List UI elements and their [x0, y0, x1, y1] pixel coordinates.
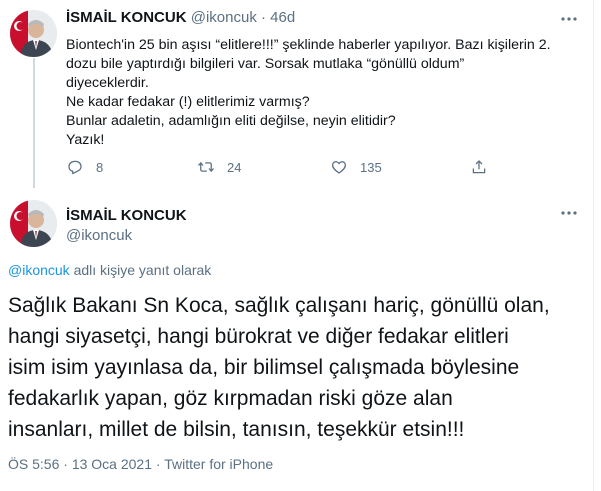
avatar-image	[10, 10, 57, 57]
author-name[interactable]: İSMAİL KONCUK	[66, 207, 187, 224]
separator: ·	[155, 456, 161, 472]
tweet-age[interactable]: 46d	[270, 9, 295, 26]
tweet-text-line: Biontech'in 25 bin aşısı “elitlere!!!” ş…	[66, 37, 551, 53]
reply-count: 8	[96, 159, 104, 175]
tweet-text-line: fedakarlık yapan, göz kırpmadan riski gö…	[8, 387, 453, 410]
thread-connector-line	[33, 58, 35, 188]
main-tweet: İSMAİL KONCUK @ikoncuk @ikoncuk adlı kiş…	[0, 192, 594, 491]
tweet-text-line: insanları, millet de bilsin, tanısın, te…	[8, 418, 465, 441]
tweet-thread: İSMAİL KONCUK @ikoncuk · 46d Biontech'in…	[0, 0, 594, 491]
retweet-icon	[198, 161, 214, 173]
share-icon	[472, 160, 486, 174]
parent-tweet[interactable]: İSMAİL KONCUK @ikoncuk · 46d Biontech'in…	[0, 0, 594, 192]
tweet-text-line: Ne kadar fedakar (!) elitlerimiz varmış?	[66, 94, 310, 110]
like-count: 135	[360, 159, 382, 175]
like-icon	[331, 161, 347, 174]
author-handle[interactable]: @ikoncuk	[66, 227, 132, 244]
tweet-date[interactable]: 13 Oca 2021	[72, 456, 152, 472]
main-tweet-text: Sağlık Bakanı Sn Koca, sağlık çalışanı h…	[8, 290, 588, 445]
avatar[interactable]	[10, 10, 57, 57]
tweet-time[interactable]: ÖS 5:56	[8, 456, 59, 472]
tweet-text-line: isim isim yayınlasa da, bir bilimsel çal…	[8, 356, 520, 379]
parent-tweet-text: Biontech'in 25 bin aşısı “elitlere!!!” ş…	[66, 36, 566, 150]
author-handle[interactable]: @ikoncuk	[191, 9, 257, 26]
more-icon[interactable]	[560, 10, 578, 33]
tweet-source[interactable]: Twitter for iPhone	[164, 456, 273, 472]
tweet-meta: ÖS 5:56 · 13 Oca 2021 · Twitter for iPho…	[8, 456, 273, 472]
more-icon[interactable]	[560, 204, 578, 227]
tweet-text-line: hangi siyasetçi, hangi bürokrat ve diğer…	[8, 325, 509, 348]
avatar[interactable]	[10, 200, 57, 247]
tweet-actions: 8 24 135	[66, 158, 566, 180]
tweet-text-line: Sağlık Bakanı Sn Koca, sağlık çalışanı h…	[8, 294, 550, 317]
share-button[interactable]	[470, 158, 488, 176]
like-button[interactable]: 135	[330, 158, 382, 176]
reply-icon	[68, 160, 82, 175]
tweet-text-line: diyeceklerdir.	[66, 75, 149, 91]
reply-to-mention-link[interactable]: @ikoncuk	[8, 262, 70, 278]
separator: ·	[261, 9, 266, 26]
replying-to: @ikoncuk adlı kişiye yanıt olarak	[8, 262, 211, 278]
reply-to-label: adlı kişiye yanıt olarak	[69, 262, 212, 278]
retweet-button[interactable]: 24	[197, 158, 241, 176]
reply-button[interactable]: 8	[66, 158, 103, 176]
tweet-text-line: Bunlar adaletin, adamlığın eliti değilse…	[66, 113, 396, 129]
avatar-image	[10, 200, 57, 247]
author-name[interactable]: İSMAİL KONCUK	[66, 9, 187, 26]
retweet-count: 24	[227, 159, 242, 175]
tweet-text-line: Yazık!	[66, 132, 105, 148]
tweet-text-line: dozu bile yaptırdığı bilgileri var. Sors…	[66, 56, 465, 72]
parent-tweet-header: İSMAİL KONCUK @ikoncuk · 46d	[66, 9, 295, 26]
separator: ·	[63, 456, 68, 472]
